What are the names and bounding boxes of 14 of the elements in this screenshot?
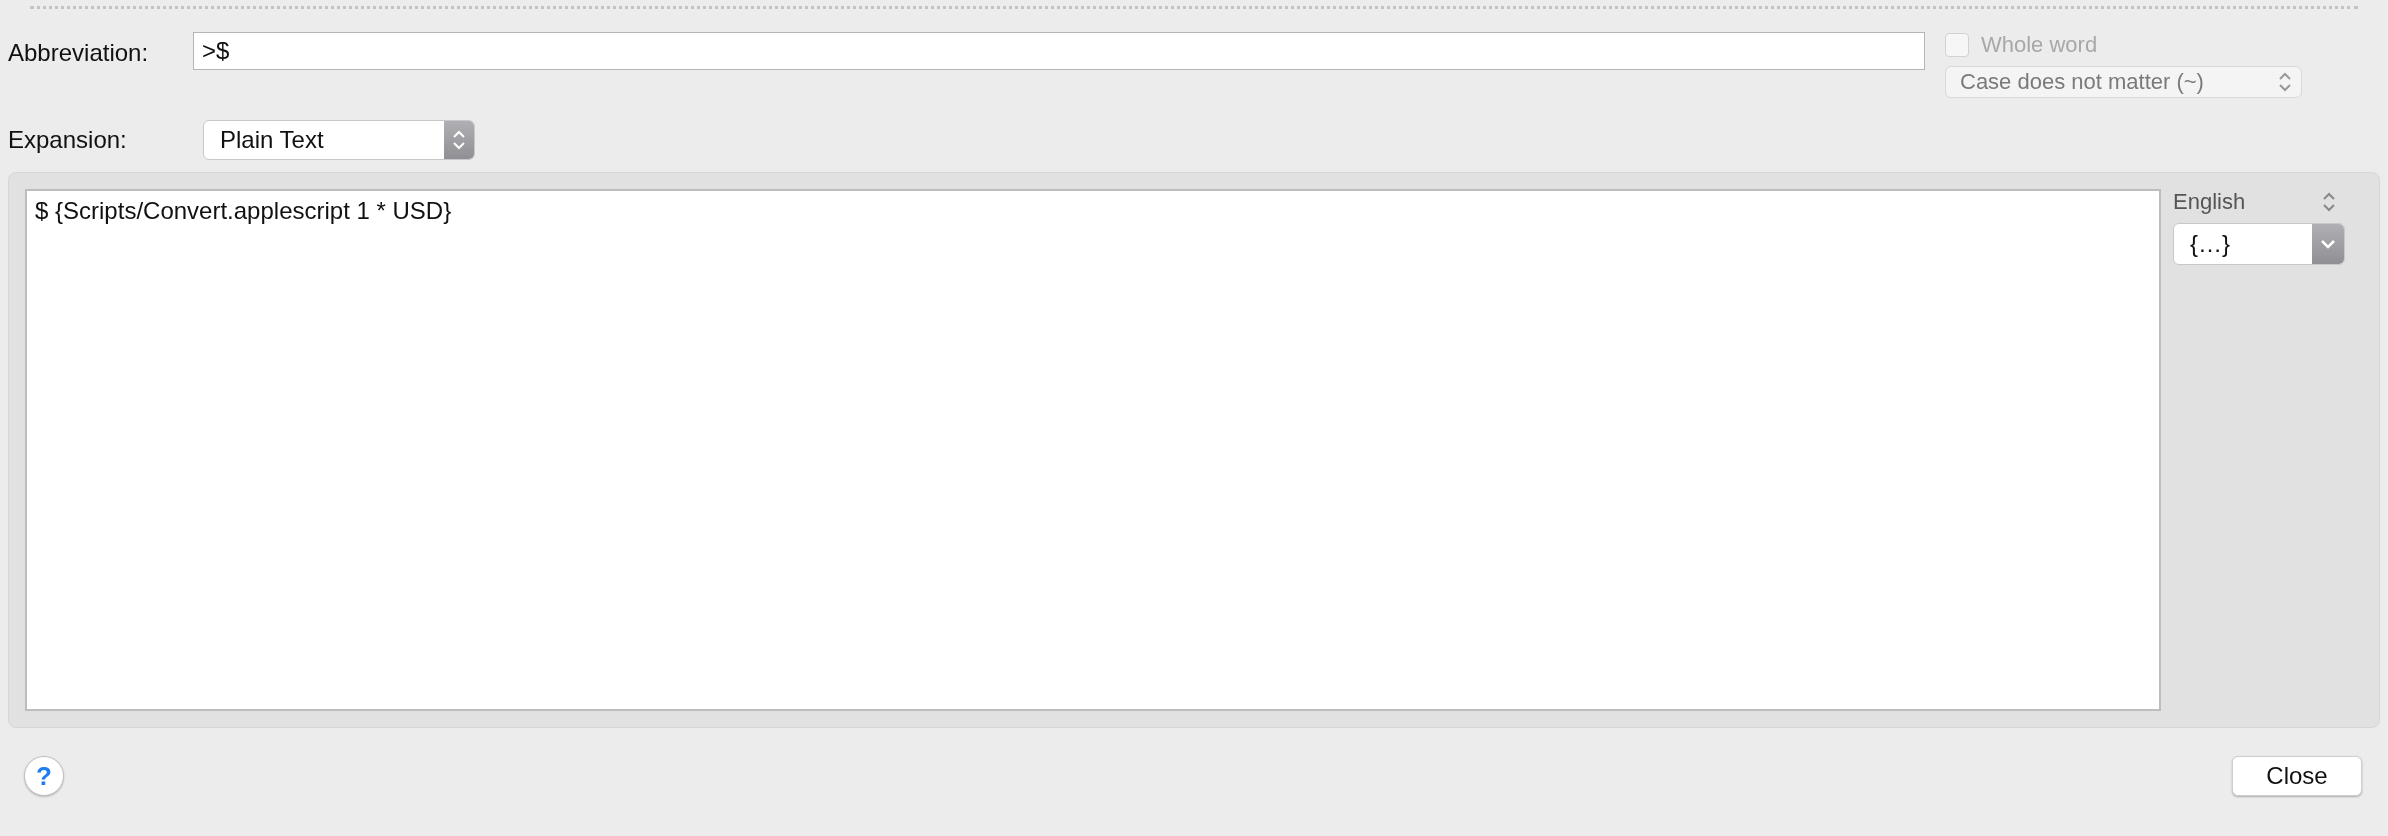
expansion-popup[interactable]: Plain Text xyxy=(203,120,475,160)
snippet-popup[interactable]: {…} xyxy=(2173,223,2345,265)
expansion-label: Expansion: xyxy=(8,126,128,154)
chevron-icon xyxy=(2321,191,2337,213)
help-button[interactable]: ? xyxy=(24,756,64,796)
chevron-down-icon xyxy=(2320,239,2336,249)
expansion-editor[interactable]: $ {Scripts/Convert.applescript 1 * USD} xyxy=(25,189,2161,711)
abbreviation-label: Abbreviation: xyxy=(8,39,150,67)
abbreviation-field[interactable]: >$ xyxy=(193,32,1925,70)
language-selector[interactable]: English xyxy=(2173,189,2246,215)
close-button[interactable]: Close xyxy=(2232,756,2362,796)
chevron-icon xyxy=(451,129,467,151)
chevron-icon xyxy=(2277,71,2293,93)
whole-word-label: Whole word xyxy=(1981,32,2098,58)
